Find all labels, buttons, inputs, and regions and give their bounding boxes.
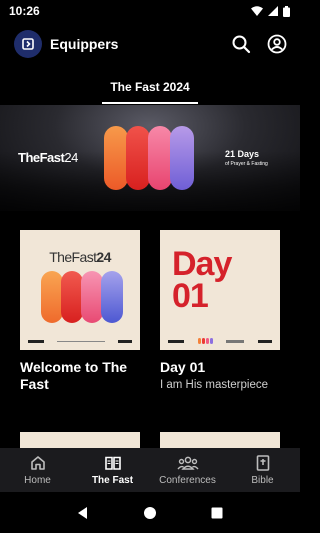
battery-icon bbox=[283, 5, 290, 17]
banner-title-num: 24 bbox=[64, 150, 78, 165]
recents-icon[interactable] bbox=[210, 506, 224, 520]
banner-days-title: 21 Days bbox=[225, 149, 260, 159]
status-bar: 10:26 bbox=[0, 0, 300, 22]
nav-home-label: Home bbox=[24, 475, 51, 486]
mini-pill-orange bbox=[197, 338, 201, 344]
card-peek-left[interactable] bbox=[20, 432, 140, 448]
bottom-nav: Home The Fast Conferences Bible bbox=[0, 448, 300, 492]
card-welcome[interactable]: TheFast24 Welcome to The Fast bbox=[20, 230, 140, 393]
banner-days-sub: of Prayer & Fasting bbox=[225, 161, 268, 167]
card-welcome-art: TheFast24 bbox=[20, 230, 140, 350]
book-icon bbox=[104, 456, 121, 470]
card-welcome-footer bbox=[28, 338, 132, 344]
mini-pill-purple bbox=[209, 338, 213, 344]
card-peek-right[interactable] bbox=[160, 432, 280, 448]
card-day-01-title: Day 01 bbox=[160, 359, 206, 375]
nav-the-fast[interactable]: The Fast bbox=[75, 448, 150, 492]
card-welcome-brand-num: 24 bbox=[96, 249, 111, 265]
card-day-01-footer bbox=[168, 338, 272, 344]
back-icon[interactable] bbox=[76, 506, 90, 520]
card-pill-orange bbox=[41, 271, 63, 323]
search-button[interactable] bbox=[230, 33, 252, 55]
card-day-01-art-text: Day 01 bbox=[172, 245, 232, 315]
banner-pill-pink bbox=[148, 126, 172, 190]
group-icon bbox=[176, 456, 199, 470]
card-day-01-art: Day 01 bbox=[160, 230, 280, 350]
nav-bible[interactable]: Bible bbox=[225, 448, 300, 492]
card-welcome-brand: TheFast24 bbox=[20, 249, 140, 265]
account-button[interactable] bbox=[266, 33, 288, 55]
home-icon bbox=[30, 456, 45, 470]
hero-banner[interactable]: TheFast24 21 Days of Prayer & Fasting bbox=[0, 105, 300, 211]
card-day-01[interactable]: Day 01 Day 01 I am His masterpiece bbox=[160, 230, 280, 391]
home-circle-icon[interactable] bbox=[143, 506, 157, 520]
mini-pill-red bbox=[201, 338, 205, 344]
app-bar: Equippers bbox=[0, 26, 300, 62]
search-icon bbox=[232, 35, 251, 54]
bible-icon bbox=[256, 455, 269, 471]
card-welcome-brand-text: TheFast bbox=[49, 249, 97, 265]
card-welcome-title: Welcome to The Fast bbox=[20, 359, 128, 392]
mini-pill-pink bbox=[205, 338, 209, 344]
card-day-01-art-word: Day bbox=[172, 245, 232, 283]
banner-pills bbox=[104, 126, 194, 190]
app-title: Equippers bbox=[50, 36, 119, 52]
banner-days: 21 Days of Prayer & Fasting bbox=[225, 149, 268, 169]
status-icons bbox=[251, 5, 290, 17]
nav-conferences[interactable]: Conferences bbox=[150, 448, 225, 492]
card-welcome-pills bbox=[41, 271, 123, 323]
banner-pill-orange bbox=[104, 126, 128, 190]
banner-title-bold: TheFast bbox=[18, 150, 65, 165]
status-time: 10:26 bbox=[9, 4, 40, 18]
system-nav-bar bbox=[0, 492, 300, 533]
app-logo-icon bbox=[14, 30, 42, 58]
tab-bar: The Fast 2024 bbox=[0, 72, 300, 104]
nav-bible-label: Bible bbox=[251, 475, 274, 486]
card-welcome-footer-line bbox=[57, 340, 105, 342]
card-pill-red bbox=[61, 271, 83, 323]
app-actions bbox=[230, 33, 288, 55]
tab-the-fast-2024[interactable]: The Fast 2024 bbox=[102, 72, 198, 104]
nav-the-fast-label: The Fast bbox=[91, 475, 134, 486]
card-welcome-footer-logo-left bbox=[28, 339, 44, 343]
card-day-01-subtitle: I am His masterpiece bbox=[160, 379, 269, 391]
signal-icon bbox=[268, 6, 278, 16]
banner-pill-red bbox=[126, 126, 150, 190]
card-pill-purple bbox=[101, 271, 123, 323]
account-icon bbox=[267, 34, 287, 54]
banner-title: TheFast24 bbox=[18, 150, 78, 165]
card-welcome-footer-logo-right bbox=[118, 339, 132, 343]
card-pill-pink bbox=[81, 271, 103, 323]
card-day-01-footer-logo-mid bbox=[226, 339, 245, 343]
card-day-01-footer-logo-left bbox=[168, 339, 184, 343]
wifi-icon bbox=[251, 6, 263, 16]
nav-conferences-label: Conferences bbox=[159, 475, 216, 486]
banner-pill-purple bbox=[170, 126, 194, 190]
card-day-01-footer-logo-right bbox=[257, 339, 272, 343]
card-day-01-footer-mark bbox=[197, 338, 213, 344]
card-day-01-art-num: 01 bbox=[172, 277, 209, 315]
nav-home[interactable]: Home bbox=[0, 448, 75, 492]
